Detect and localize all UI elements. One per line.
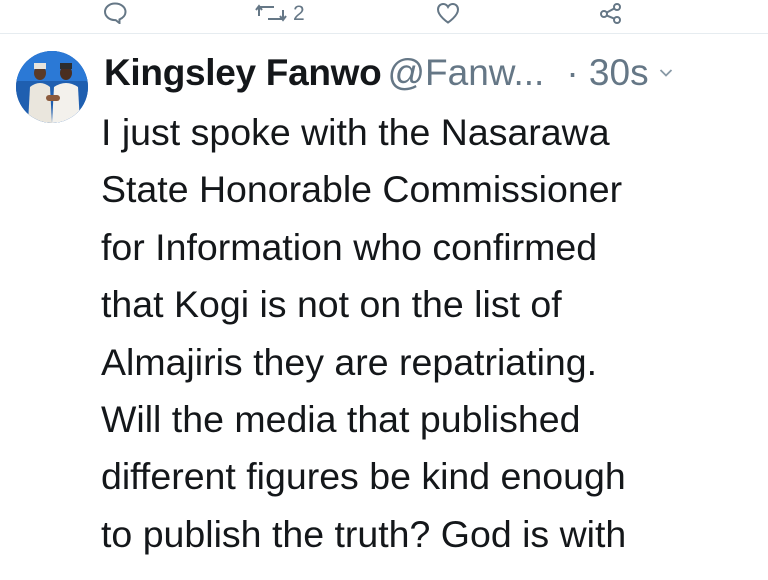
chevron-down-icon[interactable] <box>659 68 673 78</box>
tweet-text-line: that Kogi is not on the list of <box>101 283 562 326</box>
avatar[interactable] <box>16 51 88 123</box>
previous-tweet-action-bar: 2 <box>0 0 768 26</box>
tweet-timestamp[interactable]: · 30s <box>566 52 648 94</box>
tweet-header: Kingsley Fanwo @Fanw... · 30s <box>104 50 754 96</box>
tweet-text: I just spoke with the Nasarawa State Hon… <box>101 104 751 563</box>
tweet-text-line: for Information who confirmed <box>101 225 598 268</box>
tweet-text-line: State Honorable Commissioner <box>101 168 623 211</box>
like-button[interactable] <box>436 0 460 26</box>
tweet-divider <box>0 33 768 34</box>
tweet-text-line: to publish the truth? God is with <box>101 512 627 555</box>
share-button[interactable] <box>598 0 624 26</box>
tweet-text-line: Almajiris they are repatriating. <box>101 340 598 383</box>
reply-button[interactable] <box>103 0 127 26</box>
author-name[interactable]: Kingsley Fanwo <box>104 52 382 94</box>
avatar-photo <box>16 51 88 123</box>
share-icon <box>598 2 624 24</box>
author-handle[interactable]: @Fanw... <box>387 52 544 94</box>
retweet-count: 2 <box>293 1 305 25</box>
tweet-text-line: Will the media that published <box>101 397 581 440</box>
tweet-text-line: different figures be kind enough <box>101 455 626 498</box>
heart-icon <box>436 2 460 24</box>
retweet-icon <box>255 2 287 24</box>
tweet-text-line: I just spoke with the Nasarawa <box>101 111 610 153</box>
retweet-button[interactable]: 2 <box>255 0 305 26</box>
reply-icon <box>103 2 127 24</box>
